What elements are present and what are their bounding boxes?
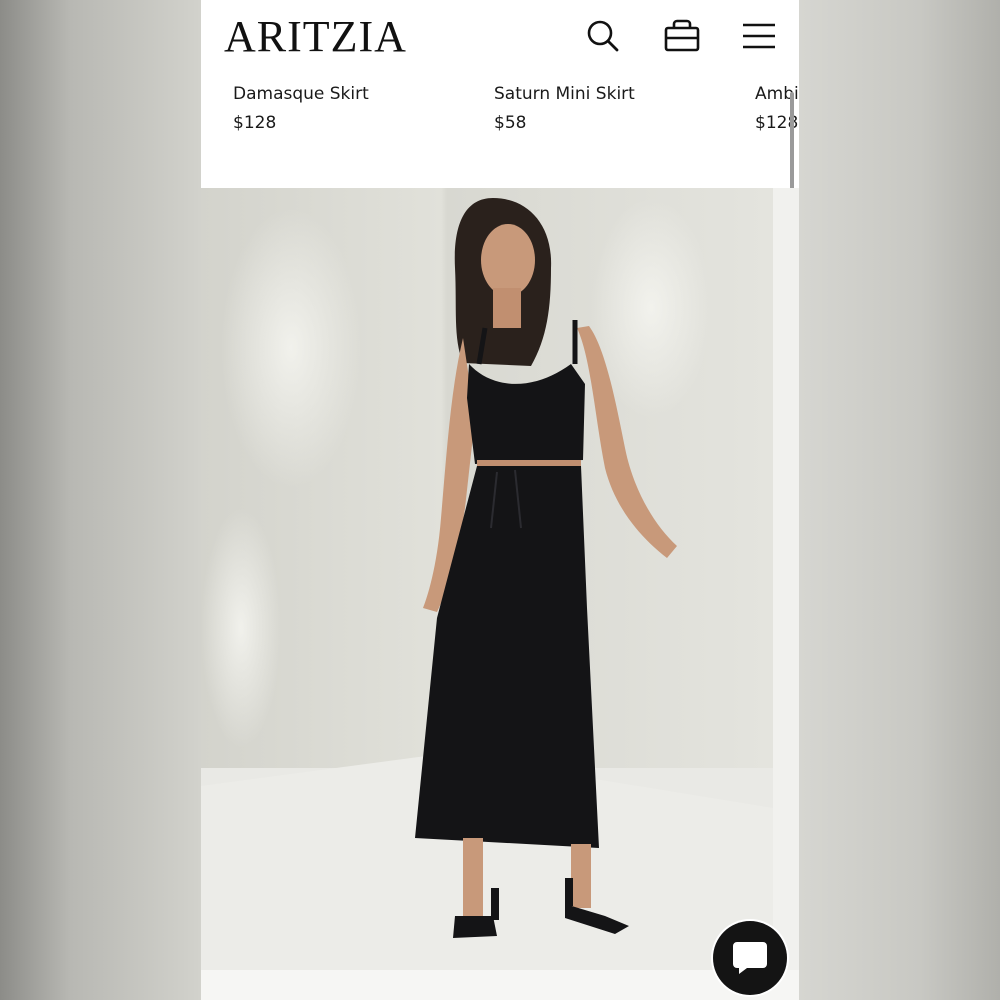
blurred-backdrop-left	[0, 0, 201, 1000]
search-icon[interactable]	[583, 16, 623, 56]
product-name: Damasque Skirt	[233, 84, 369, 104]
product-card[interactable]: Damasque Skirt $128	[233, 84, 473, 133]
product-name: Saturn Mini Skirt	[494, 84, 635, 104]
model-photo	[201, 188, 773, 970]
product-price: $58	[494, 113, 527, 133]
phone-screen: ARITZIA Damasque Skirt $128 Saturn Mini …	[201, 0, 799, 1000]
product-card[interactable]: Saturn Mini Skirt $58	[494, 84, 734, 133]
shopping-bag-icon[interactable]	[662, 16, 702, 56]
site-header: ARITZIA	[201, 0, 799, 76]
blurred-backdrop-right	[799, 0, 1000, 1000]
image-edge-strip	[773, 188, 799, 970]
product-hero-image[interactable]	[201, 188, 773, 970]
chat-button[interactable]	[713, 921, 787, 995]
product-price: $128	[233, 113, 277, 133]
product-carousel[interactable]: Damasque Skirt $128 Saturn Mini Skirt $5…	[201, 80, 799, 188]
bottom-strip	[201, 970, 799, 1000]
menu-icon[interactable]	[739, 16, 779, 56]
chat-bubble-icon	[733, 942, 767, 974]
brand-logo[interactable]: ARITZIA	[224, 12, 407, 62]
